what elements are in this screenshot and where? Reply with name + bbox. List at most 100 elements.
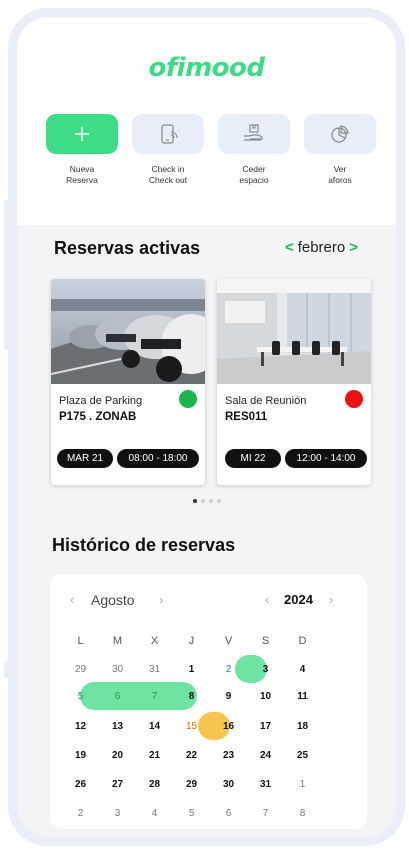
pie-chart-icon <box>331 125 349 143</box>
reservation-carousel[interactable]: Plaza de Parking P175 . ZONAB MAR 21 08:… <box>51 279 381 485</box>
calendar-day[interactable]: 13 <box>99 717 136 737</box>
calendar-day[interactable]: 29 <box>173 775 210 795</box>
calendar-day[interactable]: 7 <box>136 687 173 707</box>
calendar-day[interactable]: 4 <box>136 804 173 824</box>
calendar-week: 26 27 28 29 30 31 1 <box>62 775 358 795</box>
calendar-day[interactable]: 28 <box>136 775 173 795</box>
calendar-day[interactable]: 1 <box>173 660 210 680</box>
calendar-day[interactable]: 31 <box>247 775 284 795</box>
new-reservation-label: Nueva Reserva <box>66 164 98 185</box>
calendar-day[interactable]: 30 <box>99 660 136 680</box>
calendar-day[interactable]: 20 <box>99 746 136 766</box>
calendar-day[interactable]: 16 <box>210 717 247 737</box>
new-reservation-button[interactable]: Nueva Reserva <box>45 114 119 186</box>
prev-year-chevron-icon[interactable]: ‹ <box>265 592 269 607</box>
reservation-code: P175 . ZONAB <box>59 411 137 423</box>
active-reservations-title: Reservas activas <box>54 238 201 258</box>
next-month-chevron-icon[interactable]: › <box>159 592 163 607</box>
calendar-day[interactable]: 12 <box>62 717 99 737</box>
weekday-label: J <box>188 635 195 647</box>
prev-month-chevron-icon[interactable]: ‹ <box>70 592 74 607</box>
history-calendar: ‹ Agosto › ‹ 2024 › L M X J V S D 29 30 … <box>50 574 367 829</box>
reservation-date: MAR 21 <box>57 449 113 468</box>
next-year-chevron-icon[interactable]: › <box>329 592 333 607</box>
view-capacity-tile[interactable] <box>304 114 376 154</box>
calendar-day[interactable]: 31 <box>136 660 173 680</box>
calendar-day[interactable]: 3 <box>247 660 284 680</box>
weekday-header: L M X J V S D <box>62 631 358 651</box>
calendar-day[interactable]: 17 <box>247 717 284 737</box>
pager-dot[interactable] <box>192 499 197 503</box>
reservation-place: Sala de Reunión <box>225 395 307 407</box>
reservation-place: Plaza de Parking <box>59 395 143 407</box>
pager-dot[interactable] <box>216 499 221 503</box>
weekday-label: L <box>77 635 84 647</box>
carousel-pager <box>17 499 396 503</box>
calendar-day[interactable]: 5 <box>173 804 210 824</box>
weekday-label: V <box>224 635 233 647</box>
calendar-day[interactable]: 6 <box>99 687 136 707</box>
cede-space-tile[interactable] <box>218 114 290 154</box>
calendar-month: Agosto <box>91 592 135 608</box>
app-logo: ofimood <box>148 53 265 83</box>
history-title: Histórico de reservas <box>52 535 236 555</box>
calendar-day[interactable]: 10 <box>247 687 284 707</box>
calendar-year: 2024 <box>284 592 313 607</box>
calendar-day[interactable]: 4 <box>284 660 321 680</box>
status-dot <box>345 390 363 408</box>
calendar-week: 19 20 21 22 23 24 25 <box>62 746 358 766</box>
calendar-day[interactable]: 27 <box>99 775 136 795</box>
calendar-day[interactable]: 22 <box>173 746 210 766</box>
view-capacity-button[interactable]: Ver aforos <box>303 114 377 186</box>
check-in-out-tile[interactable] <box>132 114 204 154</box>
calendar-day[interactable]: 26 <box>62 775 99 795</box>
month-label: febrero <box>297 239 346 256</box>
calendar-day[interactable]: 1 <box>284 775 321 795</box>
calendar-day[interactable]: 18 <box>284 717 321 737</box>
reservation-card[interactable]: Sala de Reunión RES011 MI 22 12:00 - 14:… <box>217 279 371 485</box>
reservation-card[interactable]: Plaza de Parking P175 . ZONAB MAR 21 08:… <box>51 279 205 485</box>
calendar-week: 5 6 7 8 9 10 11 <box>62 687 358 707</box>
pager-dot[interactable] <box>200 499 205 503</box>
new-reservation-tile[interactable] <box>46 114 118 154</box>
calendar-day[interactable]: 7 <box>247 804 284 824</box>
calendar-day[interactable]: 5 <box>62 687 99 707</box>
check-in-out-button[interactable]: Check in Check out <box>131 114 205 186</box>
calendar-day[interactable]: 15 <box>173 717 210 737</box>
cede-space-button[interactable]: Ceder espacio <box>217 114 291 186</box>
calendar-day[interactable]: 3 <box>99 804 136 824</box>
calendar-day[interactable]: 19 <box>62 746 99 766</box>
quick-actions: Nueva Reserva Check in Check out Ceder e… <box>45 114 377 186</box>
top-area: ofimood Nueva Reserva Check in Check out… <box>17 17 396 225</box>
hand-box-icon <box>244 124 263 141</box>
meeting-room-photo <box>217 279 371 384</box>
weekday-label: X <box>150 635 159 647</box>
reservation-time: 12:00 - 14:00 <box>285 449 367 468</box>
calendar-day[interactable]: 2 <box>210 660 247 680</box>
calendar-day[interactable]: 23 <box>210 746 247 766</box>
phone-nfc-icon <box>161 124 178 144</box>
calendar-day[interactable]: 9 <box>210 687 247 707</box>
next-month-button[interactable]: > <box>345 239 362 256</box>
calendar-day[interactable]: 11 <box>284 687 321 707</box>
calendar-day[interactable]: 8 <box>173 687 210 707</box>
reservation-date: MI 22 <box>225 449 281 468</box>
pager-dot[interactable] <box>208 499 213 503</box>
prev-month-button[interactable]: < <box>281 239 298 256</box>
calendar-day[interactable]: 8 <box>284 804 321 824</box>
weekday-label: S <box>261 635 270 647</box>
calendar-day[interactable]: 24 <box>247 746 284 766</box>
calendar-day[interactable]: 25 <box>284 746 321 766</box>
status-dot <box>179 390 197 408</box>
calendar-day[interactable]: 2 <box>62 804 99 824</box>
check-in-out-label: Check in Check out <box>148 164 188 185</box>
calendar-day[interactable]: 30 <box>210 775 247 795</box>
parking-photo <box>51 279 205 384</box>
phone-frame: ofimood Nueva Reserva Check in Check out… <box>8 8 405 846</box>
weekday-label: M <box>112 635 123 647</box>
calendar-day[interactable]: 14 <box>136 717 173 737</box>
calendar-day[interactable]: 6 <box>210 804 247 824</box>
reservation-code: RES011 <box>225 411 268 423</box>
calendar-day[interactable]: 29 <box>62 660 99 680</box>
calendar-day[interactable]: 21 <box>136 746 173 766</box>
